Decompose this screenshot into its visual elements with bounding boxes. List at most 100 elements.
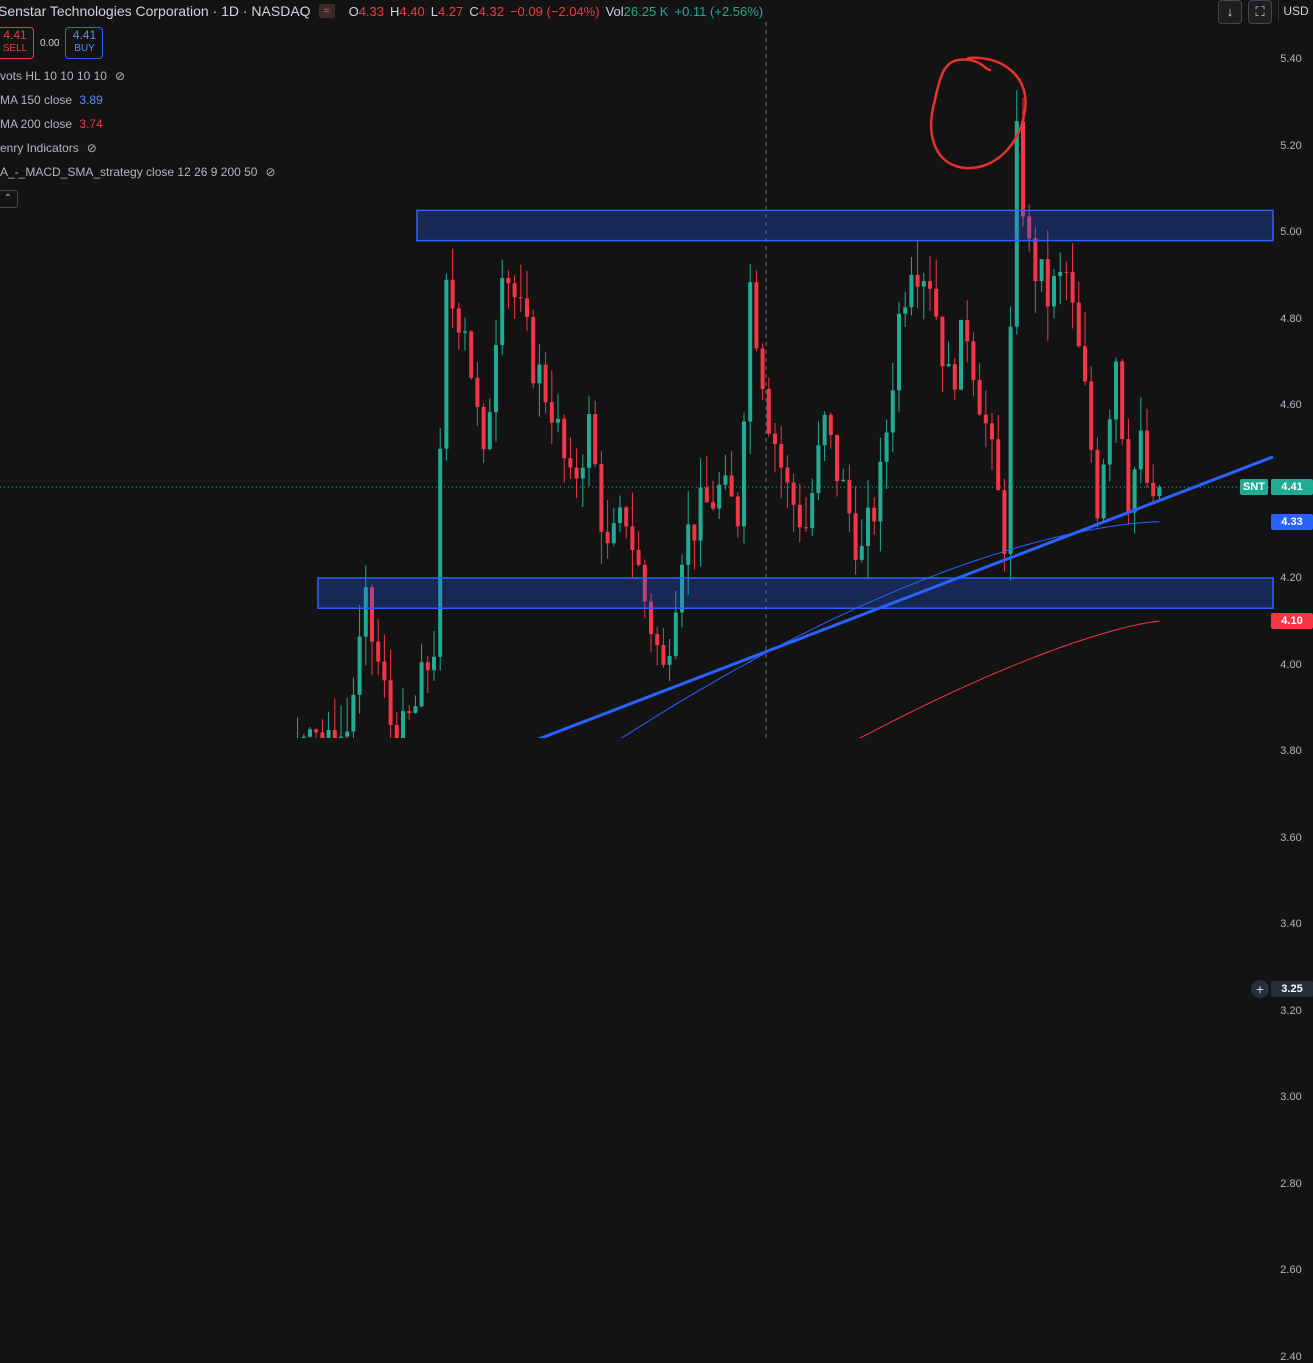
candle-body [754,282,759,349]
candle-body [1101,464,1106,519]
candle-body [735,496,740,527]
candle-body [661,645,666,665]
price-tick-label: 5.00 [1280,226,1302,238]
candle-body [698,487,703,541]
candle-body [903,307,908,314]
candle-body [711,502,715,509]
sell-button[interactable]: 4.41 SELL [0,27,34,59]
ma150-badge: 4.33 [1271,513,1313,530]
indicator-name: MA 200 close [0,117,73,131]
annotation-circle [930,56,1027,170]
sell-label: SELL [2,43,28,54]
currency-button[interactable]: USD [1278,0,1313,22]
candle-body [1095,449,1100,519]
indicator-name: vots HL 10 10 10 10 [0,69,107,83]
candle-body [593,414,598,465]
candle-body [475,377,480,407]
candle-body [543,364,548,403]
indicator-henry[interactable]: enry Indicators ⊘ [0,141,97,155]
candle-body [983,414,988,424]
candle-body [909,274,914,308]
indicator-macd-strategy[interactable]: A_-_MACD_SMA_strategy close 12 26 9 200 … [0,165,276,179]
candle-body [946,364,951,367]
open-label: O [348,3,359,19]
candle-body [1064,271,1069,273]
candle-body [525,298,529,317]
candle-body [1089,381,1094,450]
candle-body [816,445,821,494]
eye-hidden-icon[interactable]: ⊘ [265,165,275,179]
buy-button[interactable]: 4.41 BUY [65,27,104,59]
candle-body [630,526,635,550]
candle-body [407,711,412,713]
candle-body [704,487,709,503]
down-arrow-icon[interactable]: ↓ [1218,0,1242,24]
indicator-ma150[interactable]: MA 150 close 3.89 [0,93,103,107]
candle-body [835,434,839,482]
indicator-value: 3.89 [79,93,103,107]
candle-body [804,527,808,529]
last-price-badge: 4.41 [1271,479,1313,496]
candle-body [438,448,443,657]
indicator-pivots[interactable]: vots HL 10 10 10 10 ⊘ [0,69,125,83]
candle-body [1076,302,1081,347]
candle-body [859,545,864,560]
candle-body [779,444,784,468]
candle-body [1002,490,1007,554]
low-label: L [430,3,438,19]
candle-body [729,475,734,497]
candle-body [1039,259,1044,282]
candle-body [1107,419,1112,465]
candle-body [1021,121,1025,217]
candle-body [580,467,585,479]
candle-body [605,531,610,544]
price-tick-label: 4.00 [1280,658,1302,671]
candle-body [791,482,796,505]
candle-body [717,484,722,509]
open-value: 4.33 [358,3,384,19]
candle-body [853,513,858,560]
eye-hidden-icon[interactable]: ⊘ [115,69,125,83]
candle-body [636,549,641,565]
candle-body [401,711,405,738]
indicator-ma200[interactable]: MA 200 close 3.74 [0,117,103,131]
candle-body [952,364,957,390]
candle-body [915,274,920,287]
symbol-title[interactable]: Senstar Technologies Corporation · 1D · … [0,3,311,19]
candle-body [574,467,579,479]
candle-body [766,388,771,434]
ma150-line [620,521,1160,738]
candle-body [959,320,963,390]
candle-body [1126,439,1131,513]
price-tick-label: 2.40 [1280,1350,1302,1363]
eye-hidden-icon[interactable]: ⊘ [87,141,97,155]
candle-body [655,634,660,646]
candle-body [921,281,926,287]
candle-body [1083,346,1087,382]
candle-body [425,662,430,671]
price-tick-label: 3.60 [1280,831,1302,844]
change-value: −0.09 (−2.04%) [509,3,600,19]
indicator-name: enry Indicators [0,141,79,155]
price-chart[interactable] [0,0,1313,738]
price-tick-label: 4.80 [1280,312,1302,325]
collapse-legend-icon[interactable]: ⌃ [0,190,18,208]
symbol-badge: SNT [1240,479,1268,496]
candle-body [686,524,691,565]
close-label: C [469,3,479,19]
candle-body [748,282,753,422]
candle-body [847,479,852,514]
ma200-line [859,620,1160,738]
fullscreen-icon[interactable]: ⛶ [1248,0,1272,24]
candle-body [562,418,567,459]
candle-body [1070,272,1075,303]
candle-body [506,278,511,284]
ma200-badge: 4.10 [1271,613,1313,630]
candle-body [1045,259,1050,307]
candle-body [481,406,486,450]
candle-body [469,331,474,378]
add-alert-icon[interactable]: + [1251,979,1269,998]
crosshair-price-badge: 3.25 [1271,980,1313,997]
candle-body [587,414,591,468]
candle-body [884,432,889,462]
